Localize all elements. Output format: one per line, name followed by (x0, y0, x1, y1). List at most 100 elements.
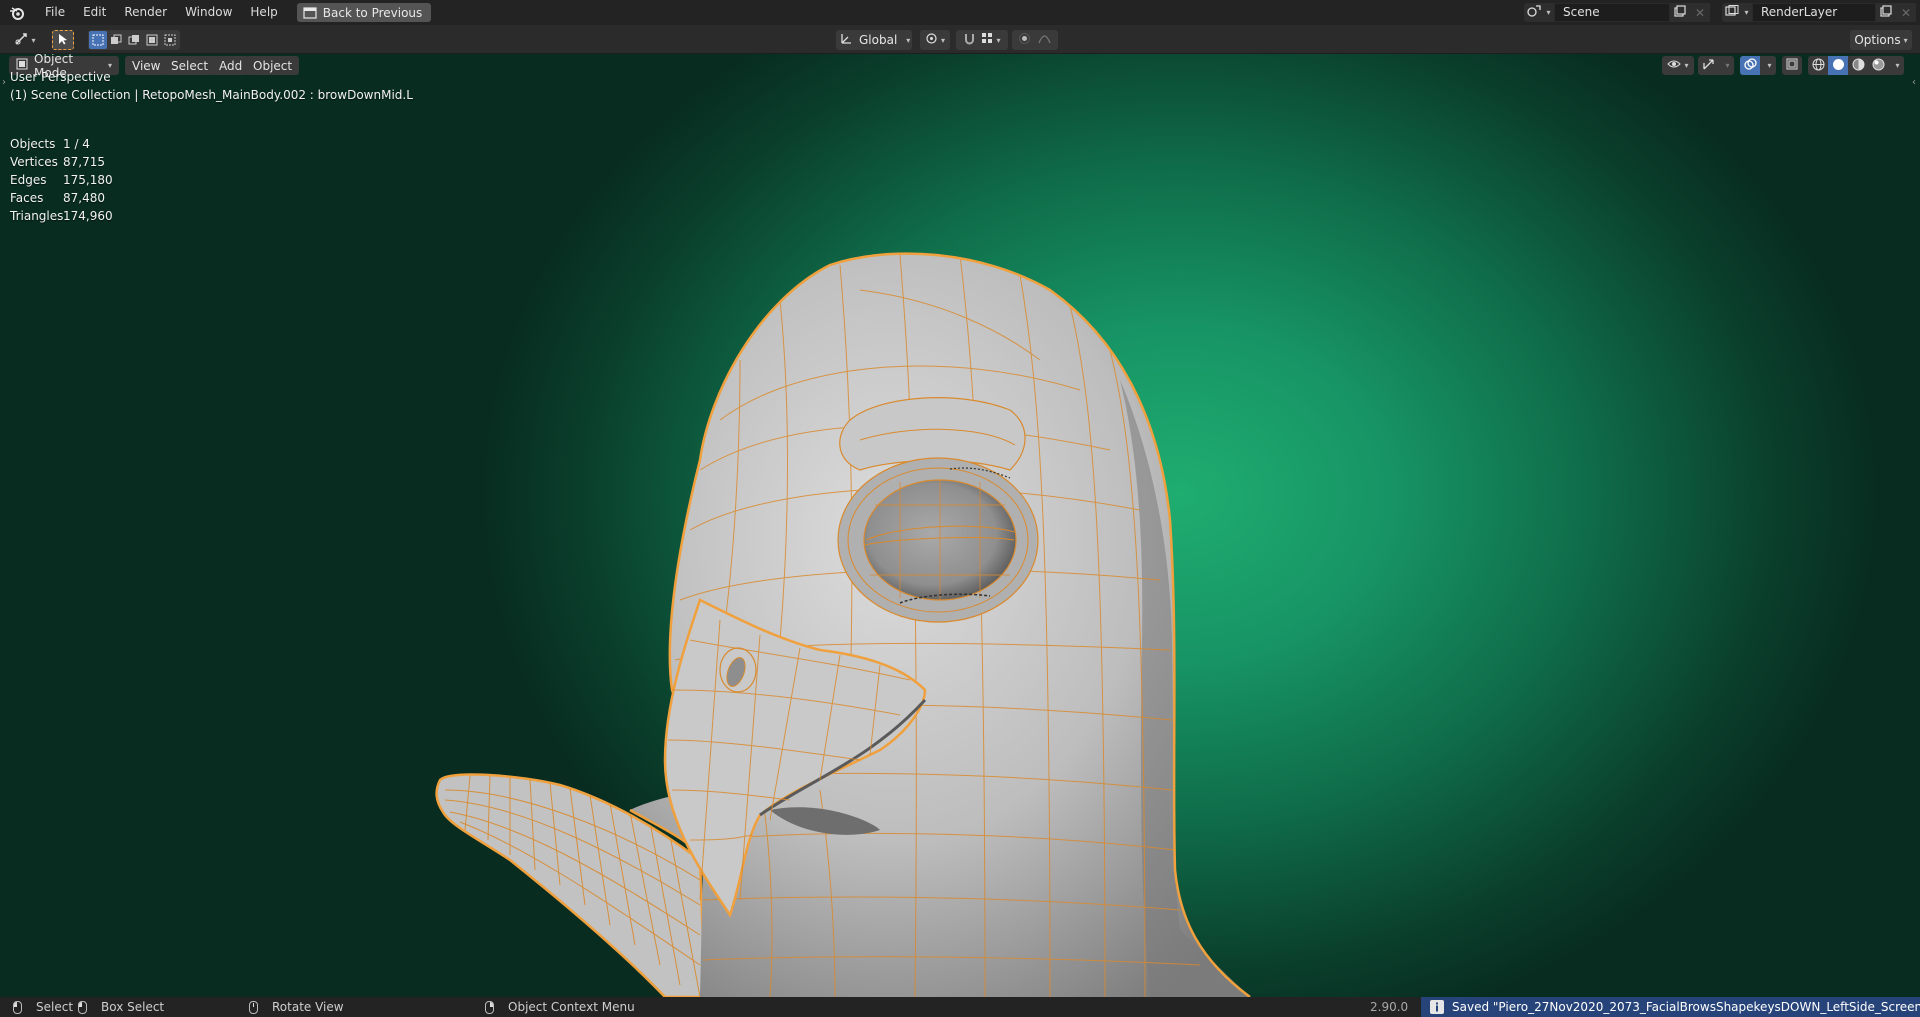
version-label: 2.90.0 (1370, 1000, 1409, 1014)
transform-orientation-value: Global (859, 33, 898, 47)
delete-scene-button[interactable]: ✕ (1690, 3, 1710, 22)
stat-row: Edges 175,180 (10, 171, 113, 189)
saved-notification[interactable]: Saved "Piero_27Nov2020_2073_FacialBrowsS… (1421, 997, 1920, 1017)
select-tool-icon (58, 33, 68, 48)
rendered-shading-icon (1872, 58, 1885, 74)
status-select-label: Select (36, 1000, 74, 1014)
status-hint-select: Select (13, 997, 73, 1017)
material-shading-button[interactable] (1848, 56, 1868, 75)
stat-label: Objects (10, 137, 56, 151)
status-hint-context-menu: Object Context Menu (485, 997, 635, 1017)
back-to-previous-button[interactable]: Back to Previous (296, 3, 432, 22)
stat-label: Faces (10, 191, 44, 205)
close-icon: ✕ (1694, 5, 1706, 20)
info-icon (1430, 1000, 1444, 1014)
select-intersect-icon[interactable] (161, 31, 179, 49)
rendered-shading-button[interactable] (1868, 56, 1888, 75)
view-menu[interactable]: View (125, 56, 168, 75)
mouse-drag-icon (78, 1000, 87, 1014)
chevron-down-icon: ▾ (1546, 8, 1551, 17)
mouse-left-icon (13, 1000, 22, 1014)
stat-row: Triangles 174,960 (10, 207, 113, 225)
bird-mesh-model[interactable] (0, 54, 1920, 997)
snap-group[interactable]: ▾ (956, 30, 1008, 50)
sidebar-expand-icon[interactable]: ‹ (1912, 77, 1916, 88)
status-box-select-label: Box Select (101, 1000, 165, 1014)
select-menu[interactable]: Select (164, 56, 216, 75)
proportional-edit-group[interactable] (1012, 30, 1058, 50)
overlay-toggle[interactable] (1740, 56, 1760, 75)
select-tool-button[interactable] (52, 30, 74, 50)
visibility-icon (1667, 58, 1682, 73)
menu-file[interactable]: File (36, 0, 74, 25)
status-hint-box-select: Box Select (78, 997, 164, 1017)
menu-help[interactable]: Help (241, 0, 286, 25)
transform-orientation-dropdown[interactable]: Global ▾ (836, 30, 912, 50)
select-subtract-icon[interactable] (125, 31, 143, 49)
duplicate-icon (1674, 5, 1686, 20)
duplicate-icon (1880, 5, 1892, 20)
menu-edit[interactable]: Edit (74, 0, 115, 25)
gizmo-dropdown[interactable]: ▾ (1718, 56, 1734, 75)
status-rotate-label: Rotate View (272, 1000, 344, 1014)
falloff-icon (1038, 33, 1051, 47)
chevron-down-icon: ▾ (1744, 8, 1749, 17)
render-layer-name-field[interactable]: RenderLayer (1752, 3, 1876, 22)
collection-path-label: (1) Scene Collection | RetopoMesh_MainBo… (10, 88, 413, 102)
chevron-down-icon: ▾ (906, 35, 911, 45)
stat-label: Edges (10, 173, 47, 187)
toolbar-expand-icon[interactable]: › (2, 77, 6, 88)
close-icon: ✕ (1900, 5, 1912, 20)
chevron-down-icon: ▾ (107, 61, 112, 70)
editor-type-button[interactable]: ▾ (9, 30, 41, 50)
gizmo-toggle[interactable] (1698, 56, 1718, 75)
menu-window[interactable]: Window (176, 0, 241, 25)
wireframe-shading-button[interactable] (1808, 56, 1828, 75)
cursor-tool-icon (14, 32, 28, 49)
stat-label: Vertices (10, 155, 58, 169)
render-layer-selector: ▾ RenderLayer ✕ (1722, 3, 1916, 22)
pivot-icon (925, 32, 938, 48)
chevron-down-icon: ▾ (1767, 61, 1772, 70)
eye-mesh (837, 457, 1039, 623)
select-new-icon[interactable] (89, 31, 107, 49)
add-menu[interactable]: Add (212, 56, 250, 75)
xray-toggle[interactable] (1782, 56, 1802, 75)
shading-dropdown[interactable]: ▾ (1888, 56, 1904, 75)
saved-message-text: Saved "Piero_27Nov2020_2073_FacialBrowsS… (1452, 1000, 1920, 1014)
select-extend-icon[interactable] (107, 31, 125, 49)
stat-row: Objects 1 / 4 (10, 135, 113, 153)
new-render-layer-button[interactable] (1876, 3, 1896, 22)
menu-render[interactable]: Render (115, 0, 176, 25)
visibility-dropdown[interactable]: ▾ (1662, 56, 1694, 75)
delete-render-layer-button[interactable]: ✕ (1896, 3, 1916, 22)
solid-shading-icon (1832, 58, 1845, 74)
stat-label: Triangles (10, 209, 64, 223)
3d-viewport[interactable]: Object Mode ▾ View Select Add Object ▾ ▾… (0, 54, 1920, 997)
chevron-down-icon: ▾ (940, 35, 945, 45)
render-layer-browse-button[interactable]: ▾ (1722, 3, 1752, 22)
new-scene-button[interactable] (1670, 3, 1690, 22)
scene-name-field[interactable]: Scene (1554, 3, 1670, 22)
status-hint-rotate: Rotate View (249, 997, 344, 1017)
stat-value: 87,480 (63, 191, 105, 205)
options-dropdown[interactable]: Options ▾ (1850, 30, 1912, 50)
chevron-down-icon: ▾ (31, 35, 36, 45)
chevron-down-icon: ▾ (1903, 35, 1908, 45)
blender-logo-icon[interactable] (8, 4, 26, 22)
stat-value: 175,180 (63, 173, 113, 187)
pivot-point-dropdown[interactable]: ▾ (920, 30, 950, 50)
view-perspective-label: User Perspective (10, 70, 111, 84)
status-bar: Select Box Select Rotate View Object Con… (0, 997, 1920, 1017)
mouse-right-icon (485, 1000, 494, 1014)
solid-shading-button[interactable] (1828, 56, 1848, 75)
scene-browse-button[interactable]: ▾ (1524, 3, 1554, 22)
overlay-dropdown[interactable]: ▾ (1760, 56, 1776, 75)
snap-increment-icon (982, 33, 993, 47)
snap-icon (963, 32, 976, 48)
xray-icon (1786, 58, 1798, 73)
proportional-edit-icon (1019, 33, 1030, 47)
stat-row: Vertices 87,715 (10, 153, 113, 171)
object-menu[interactable]: Object (246, 56, 300, 75)
select-invert-icon[interactable] (143, 31, 161, 49)
